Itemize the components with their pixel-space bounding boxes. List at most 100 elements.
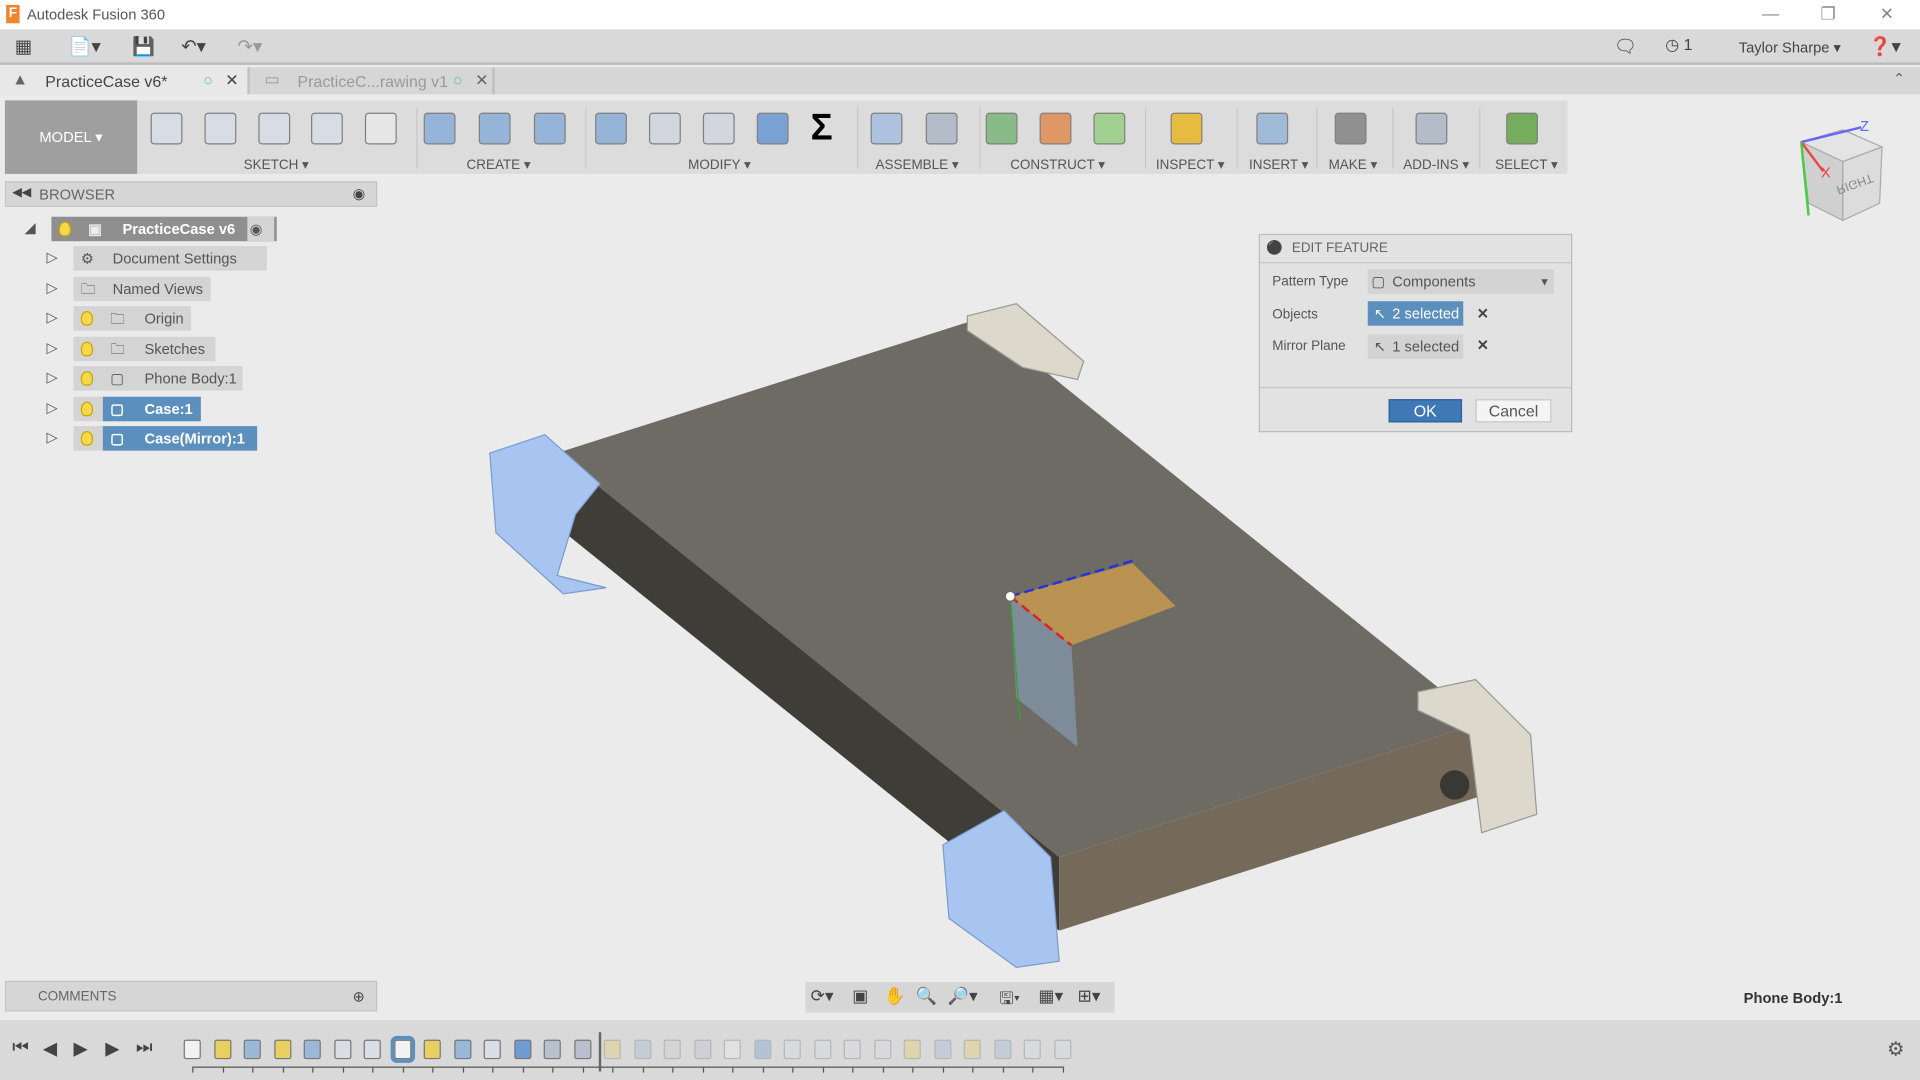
visibility-bulb-icon[interactable] [80,341,94,356]
combine-icon[interactable] [756,112,789,145]
sigma-icon[interactable]: Σ [811,108,848,148]
timeline-extrude-feature[interactable] [453,1039,471,1060]
timeline-sketch-feature[interactable] [273,1039,291,1060]
timeline-joint-feature[interactable] [663,1039,681,1060]
timeline-fillet-feature[interactable] [333,1039,351,1060]
tab-close-icon[interactable]: ✕ [225,71,238,91]
tangent-plane-icon[interactable] [1093,112,1126,145]
objects-selection[interactable]: ↖ 2 selected [1367,301,1464,326]
fillet-icon[interactable] [648,112,681,145]
timeline-sketch-feature[interactable] [903,1039,921,1060]
revolve-icon[interactable] [478,112,511,145]
cancel-button[interactable]: Cancel [1475,399,1552,423]
collapse-browser-icon[interactable]: ◀◀ [12,186,31,199]
timeline-body-feature[interactable] [723,1039,741,1060]
modify-menu[interactable]: MODIFY ▾ [688,157,751,173]
scripts-addins-icon[interactable] [1415,112,1448,145]
timeline-fillet-feature[interactable] [1053,1039,1071,1060]
timeline-settings-gear-icon[interactable]: ⚙ [1887,1037,1905,1061]
timeline-extrude-feature[interactable] [993,1039,1011,1060]
visibility-bulb-icon[interactable] [80,311,94,326]
insert-image-icon[interactable] [1256,112,1289,145]
step-back-icon[interactable]: ◀ [43,1037,57,1059]
pan-icon[interactable]: ✋ [884,986,905,1007]
tab-close-icon[interactable]: ✕ [475,71,488,91]
timeline-extrude-feature[interactable] [933,1039,951,1060]
expand-triangle-icon[interactable]: ▷ [47,279,58,296]
timeline-body-feature[interactable] [390,1035,415,1063]
timeline-fillet-feature[interactable] [783,1039,801,1060]
collapse-dialog-icon[interactable]: ⚫ [1266,240,1283,256]
line-icon[interactable] [204,112,237,145]
timeline-sketch-feature[interactable] [603,1039,621,1060]
sketch-menu[interactable]: SKETCH ▾ [244,157,309,173]
save-icon[interactable]: 💾 [132,36,155,58]
help-icon[interactable]: ❓▾ [1869,36,1901,58]
timeline-sketch-feature[interactable] [423,1039,441,1060]
timeline-fillet-feature[interactable] [873,1039,891,1060]
chamfer-icon[interactable] [702,112,735,145]
measure-icon[interactable] [1170,112,1203,145]
select-icon[interactable] [1506,112,1538,145]
timeline-mirror-feature[interactable] [573,1039,591,1060]
expand-triangle-icon[interactable]: ▷ [47,309,58,326]
timeline-combine-feature[interactable] [753,1039,771,1060]
minimize-button[interactable]: — [1758,4,1782,24]
zoom-icon[interactable]: 🔍 [916,986,937,1007]
step-forward-icon[interactable]: ▶ [105,1037,119,1059]
user-menu[interactable]: Taylor Sharpe ▾ [1739,39,1841,56]
timeline-marker[interactable] [598,1032,601,1072]
offset-plane-icon[interactable] [985,112,1018,145]
activate-radio-icon[interactable]: ◉ [247,216,275,242]
timeline-fillet-feature[interactable] [363,1039,381,1060]
play-icon[interactable]: ▶ [73,1037,87,1059]
create-sketch-icon[interactable] [150,112,183,145]
go-to-end-icon[interactable]: ⏭ [136,1037,153,1058]
visibility-bulb-icon[interactable] [58,221,72,237]
orbit-icon[interactable]: ⟳▾ [811,986,834,1007]
add-comment-icon[interactable]: ⊕ [353,988,365,1005]
timeline-body-feature[interactable] [183,1039,201,1060]
inspect-menu[interactable]: INSPECT ▾ [1156,157,1225,173]
addins-menu[interactable]: ADD-INS ▾ [1403,157,1469,173]
construct-menu[interactable]: CONSTRUCT ▾ [1010,157,1105,173]
expand-triangle-icon[interactable]: ▷ [47,429,58,446]
redo-icon[interactable]: ↷▾ [238,36,263,58]
sweep-icon[interactable] [533,112,566,145]
visibility-bulb-icon[interactable] [80,431,94,446]
rectangle-icon[interactable] [258,112,291,145]
mirror-plane-selection[interactable]: ↖ 1 selected [1367,334,1464,359]
ok-button[interactable]: OK [1388,399,1463,423]
undo-icon[interactable]: ↶▾ [181,36,206,58]
expand-triangle-icon[interactable]: ▷ [47,249,58,266]
expand-triangle-icon[interactable]: ▷ [47,399,58,416]
create-menu[interactable]: CREATE ▾ [467,157,531,173]
timeline-fillet-feature[interactable] [1023,1039,1041,1060]
tab-practicecase[interactable]: ▲ PracticeCase v6* ○ ✕ [0,67,250,95]
press-pull-icon[interactable] [595,112,627,145]
view-cube[interactable]: Z X RIGHT [1794,118,1892,228]
restore-button[interactable]: ❐ [1816,4,1840,25]
job-status[interactable]: ◷ 1 [1665,36,1692,56]
collapse-triangle-icon[interactable]: ◢ [24,219,35,236]
workspace-switcher[interactable]: MODEL ▾ [4,100,138,174]
timeline-sketch-feature[interactable] [963,1039,981,1060]
timeline-fillet-feature[interactable] [483,1039,501,1060]
expand-triangle-icon[interactable]: ▷ [47,369,58,386]
origin-point[interactable] [1004,590,1016,602]
timeline-fillet-feature[interactable] [843,1039,861,1060]
assemble-menu[interactable]: ASSEMBLE ▾ [876,157,959,173]
grid-icon[interactable]: ▦▾ [1038,986,1063,1007]
arc-icon[interactable] [311,112,343,145]
viewports-icon[interactable]: ⊞▾ [1078,986,1101,1007]
timeline-extrude-feature[interactable] [303,1039,321,1060]
apps-grid-icon[interactable]: ▦ [15,36,32,58]
insert-menu[interactable]: INSERT ▾ [1249,157,1308,173]
plane-at-angle-icon[interactable] [1039,112,1072,145]
3d-viewport[interactable] [0,174,1920,982]
timeline-fillet-feature[interactable] [813,1039,831,1060]
timeline-extrude-feature[interactable] [243,1039,261,1060]
clear-mirror-plane-icon[interactable]: ✕ [1477,337,1489,354]
minimize-panel-icon[interactable]: ◉ [353,185,366,202]
fit-icon[interactable]: 🔎▾ [948,986,978,1007]
